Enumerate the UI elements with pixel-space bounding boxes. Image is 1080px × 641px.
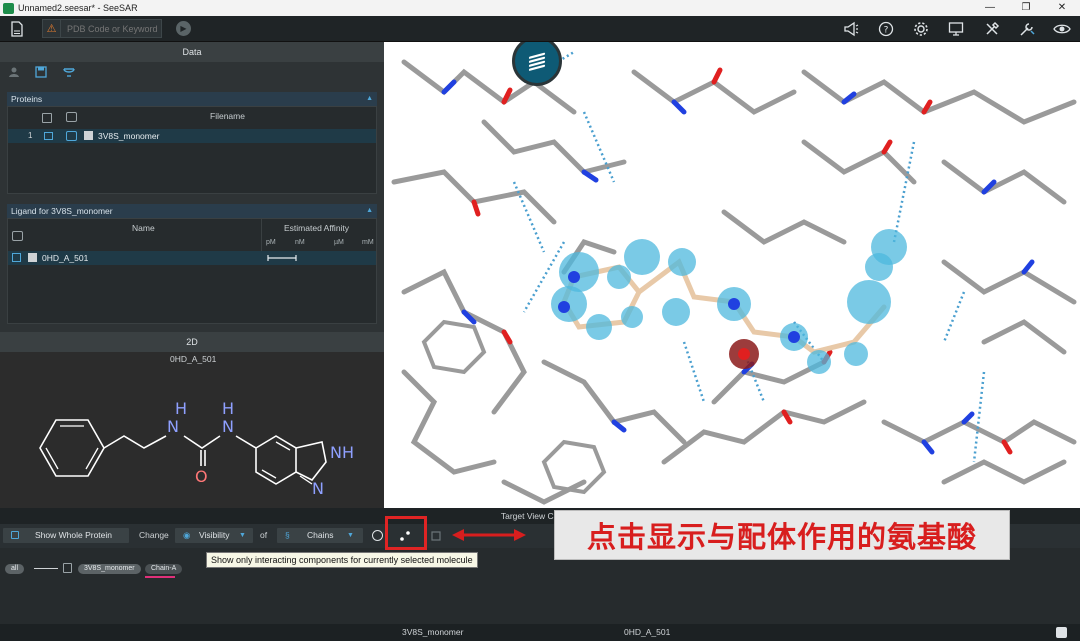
affinity-unit-nm: nM — [295, 239, 305, 246]
file-icon — [84, 131, 93, 140]
notification-icon[interactable] — [1056, 627, 1067, 638]
ligands-table: Name Estimated Affinity pM nM µM mM 0HD_… — [7, 218, 377, 324]
protein-visibility-col-icon — [42, 113, 52, 123]
atom-o: O — [195, 467, 208, 486]
ligand-visible-icon[interactable] — [12, 253, 21, 262]
ligands-title: Ligand for 3V8S_monomer — [11, 206, 113, 216]
ligand-filter-icon[interactable] — [430, 529, 442, 542]
affinity-unit-mm: mM — [362, 239, 374, 246]
reset-view-icon[interactable] — [372, 530, 383, 541]
protein-icon — [11, 531, 19, 539]
comment-col-icon — [66, 112, 77, 122]
new-document-icon[interactable] — [8, 20, 26, 38]
eye-icon[interactable] — [1053, 20, 1071, 38]
chains-label: Chains — [307, 530, 334, 540]
atom-nh: NH — [330, 443, 354, 462]
panel-2d: 2D 0HD_A_501 H N H N O NH N — [0, 332, 384, 508]
row-index: 1 — [28, 131, 33, 140]
window-controls: — ❐ ✕ — [972, 0, 1080, 16]
chain-icon: § — [285, 530, 290, 540]
collapse-caret-icon[interactable]: ▲ — [366, 92, 373, 106]
protein-visible-icon[interactable] — [44, 132, 53, 140]
proteins-table: Filename 1 3V8S_monomer — [7, 106, 377, 194]
visibility-label: Visibility — [199, 530, 230, 540]
tooltip: Show only interacting components for cur… — [206, 552, 478, 568]
wrench-icon[interactable] — [1018, 20, 1036, 38]
file-icon — [28, 253, 37, 262]
user-icon[interactable] — [8, 66, 22, 79]
atom-h-1: H — [175, 399, 187, 418]
change-label: Change — [139, 530, 169, 540]
data-panel-header: Data — [0, 42, 384, 62]
annotation-highlight-box — [385, 516, 427, 550]
ligands-section-header[interactable]: Ligand for 3V8S_monomer ▲ — [7, 204, 377, 218]
import-icon[interactable] — [62, 66, 78, 79]
chevron-down-icon: ▼ — [239, 532, 246, 539]
collapse-caret-icon[interactable]: ▲ — [366, 204, 373, 218]
affinity-range-bar — [267, 255, 297, 261]
3d-viewer[interactable] — [384, 42, 1080, 508]
title-bar: Unnamed2.seesar* - SeeSAR — ❐ ✕ — [0, 0, 1080, 16]
comment-col-icon — [12, 231, 23, 241]
warning-icon[interactable]: ⚠ — [43, 20, 61, 37]
pill-protein[interactable]: 3V8S_monomer — [78, 564, 141, 574]
chevron-down-icon: ▼ — [347, 532, 354, 539]
status-bar: 3V8S_monomer 0HD_A_501 — [0, 624, 1080, 641]
window-title: Unnamed2.seesar* - SeeSAR — [18, 3, 138, 13]
panel-2d-header: 2D — [0, 332, 384, 352]
play-icon[interactable]: ▶ — [176, 21, 191, 36]
settings-gear-icon[interactable] — [912, 20, 930, 38]
proteins-title: Proteins — [11, 94, 43, 104]
table-row[interactable]: 1 3V8S_monomer — [8, 129, 376, 143]
filename-column-header: Filename — [210, 111, 245, 121]
close-button[interactable]: ✕ — [1044, 0, 1080, 16]
atom-n-2: N — [222, 417, 234, 436]
tree-connector — [34, 568, 58, 569]
announcement-icon[interactable] — [842, 20, 860, 38]
status-ligand: 0HD_A_501 — [624, 627, 671, 637]
pill-chain[interactable]: Chain-A — [145, 564, 183, 574]
status-protein: 3V8S_monomer — [402, 627, 464, 637]
comment-icon[interactable] — [66, 131, 77, 141]
table-row[interactable]: 0HD_A_501 — [8, 251, 376, 265]
affinity-unit-pm: pM — [266, 239, 276, 246]
chain-selected-underline — [145, 576, 175, 578]
protein-filename: 3V8S_monomer — [98, 131, 160, 141]
minimize-button[interactable]: — — [972, 0, 1008, 16]
protein-icon — [63, 563, 72, 573]
pdb-search-box: ⚠ — [42, 19, 162, 38]
save-icon[interactable] — [35, 66, 49, 79]
data-panel: Data Proteins ▲ Filename 1 3V8S_monomer … — [0, 42, 384, 508]
atom-n-3: N — [312, 479, 324, 498]
protein-3d-render[interactable] — [384, 42, 1080, 508]
show-whole-protein-label: Show Whole Protein — [35, 530, 113, 540]
eye-icon: ◉ — [183, 530, 191, 540]
ligand-name: 0HD_A_501 — [42, 253, 89, 263]
proteins-section-header[interactable]: Proteins ▲ — [7, 92, 377, 106]
visibility-dropdown[interactable]: ◉ Visibility ▼ — [175, 528, 253, 543]
annotation-double-arrow-icon — [452, 529, 526, 541]
app-icon — [3, 2, 14, 14]
structure-2d-drawing: H N H N O NH N — [39, 399, 354, 498]
chains-dropdown[interactable]: § Chains ▼ — [277, 528, 363, 543]
proteins-table-header: Filename — [8, 107, 376, 129]
monitor-icon[interactable] — [947, 20, 965, 38]
affinity-column-header: Estimated Affinity — [284, 223, 350, 233]
svg-text:?: ? — [884, 26, 889, 36]
pdb-search-input[interactable] — [61, 23, 161, 34]
main-toolbar: ⚠ ▶ ? — [0, 16, 1080, 42]
annotation-callout: 点击显示与配体作用的氨基酸 — [554, 510, 1010, 560]
of-label: of — [260, 530, 268, 540]
show-whole-protein-button[interactable]: Show Whole Protein — [3, 528, 129, 543]
help-icon[interactable]: ? — [877, 20, 895, 38]
annotation-text: 点击显示与配体作用的氨基酸 — [586, 520, 977, 554]
name-column-header: Name — [132, 223, 155, 233]
tools-icon[interactable] — [983, 20, 1001, 38]
atom-n-1: N — [167, 417, 179, 436]
restore-button[interactable]: ❐ — [1008, 0, 1044, 16]
atom-h-2: H — [222, 399, 234, 418]
affinity-unit-um: µM — [334, 239, 344, 246]
pill-all[interactable]: all — [5, 564, 25, 574]
